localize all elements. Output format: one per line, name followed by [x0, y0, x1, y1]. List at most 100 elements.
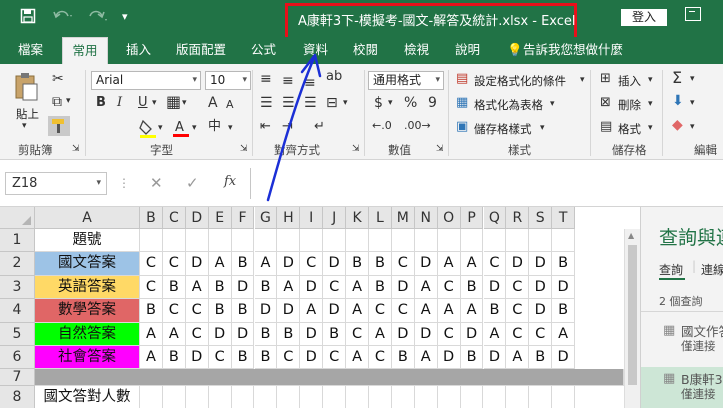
font-name-combo[interactable]: Arial ▾: [91, 71, 201, 90]
answer-cell[interactable]: [461, 386, 484, 408]
answer-cell[interactable]: A: [460, 252, 484, 276]
tell-me-icon[interactable]: 💡: [507, 37, 523, 64]
answer-cell[interactable]: A: [460, 299, 484, 323]
answer-cell[interactable]: C: [140, 252, 163, 276]
answer-cell[interactable]: [185, 229, 209, 253]
subject-label-cell[interactable]: 國文答案: [35, 252, 140, 276]
tab-help[interactable]: 說明: [455, 37, 480, 64]
column-header[interactable]: P: [460, 207, 484, 229]
bold-button[interactable]: B: [96, 96, 106, 109]
row-header[interactable]: 8: [0, 386, 35, 408]
answer-cell[interactable]: C: [162, 252, 186, 276]
alignment-launcher-icon[interactable]: ⇲: [352, 145, 360, 154]
italic-button[interactable]: I: [117, 96, 122, 109]
answer-cell[interactable]: A: [208, 252, 232, 276]
answer-cell[interactable]: [552, 386, 576, 408]
answer-cell[interactable]: C: [323, 275, 347, 300]
orientation-icon[interactable]: ab: [326, 70, 342, 83]
answer-cell[interactable]: B: [529, 346, 553, 370]
answer-cell[interactable]: A: [254, 252, 278, 276]
format-cells-button[interactable]: 格式: [618, 121, 641, 137]
answer-cell[interactable]: D: [300, 322, 324, 346]
align-right-icon[interactable]: ☰: [304, 96, 317, 110]
answer-cell[interactable]: D: [231, 322, 255, 346]
column-header[interactable]: I: [300, 207, 324, 229]
answer-cell[interactable]: [529, 229, 553, 253]
answer-cell[interactable]: [438, 386, 461, 408]
row-header[interactable]: 5: [0, 322, 35, 346]
font-launcher-icon[interactable]: ⇲: [240, 145, 248, 154]
subject-label-cell[interactable]: 題號: [35, 229, 140, 253]
answer-cell[interactable]: C: [208, 346, 232, 370]
answer-cell[interactable]: [163, 386, 186, 408]
save-icon[interactable]: [20, 8, 36, 28]
delete-cells-icon[interactable]: ⊠: [600, 96, 611, 109]
column-header[interactable]: M: [391, 207, 415, 229]
answer-cell[interactable]: B: [231, 346, 255, 370]
formula-bar-resize-icon[interactable]: ⋮: [118, 176, 131, 190]
answer-cell[interactable]: B: [369, 275, 392, 300]
fill-color-icon[interactable]: [138, 118, 158, 141]
tab-queries[interactable]: 查詢: [659, 261, 683, 278]
shrink-font-button[interactable]: A: [226, 99, 234, 110]
answer-cell[interactable]: B: [208, 275, 232, 300]
answer-cell[interactable]: C: [529, 322, 553, 346]
answer-cell[interactable]: A: [506, 346, 530, 370]
column-header[interactable]: J: [323, 207, 347, 229]
answer-cell[interactable]: D: [414, 322, 438, 346]
number-format-combo[interactable]: 通用格式 ▾: [368, 71, 444, 90]
answer-cell[interactable]: [232, 386, 255, 408]
underline-dropdown-icon[interactable]: ▾: [152, 99, 157, 108]
formula-input[interactable]: [250, 168, 723, 199]
align-center-icon[interactable]: ☰: [282, 96, 295, 110]
answer-cell[interactable]: D: [185, 252, 209, 276]
answer-cell[interactable]: [277, 386, 301, 408]
answer-cell[interactable]: D: [391, 322, 415, 346]
column-header[interactable]: T: [552, 207, 576, 229]
grow-font-button[interactable]: A: [208, 96, 218, 110]
cell-styles-icon[interactable]: ▣: [456, 120, 468, 133]
answer-cell[interactable]: D: [277, 299, 301, 323]
column-header[interactable]: Q: [483, 207, 507, 229]
format-as-table-icon[interactable]: ▦: [456, 96, 468, 109]
answer-cell[interactable]: B: [391, 346, 415, 370]
answer-cell[interactable]: [484, 386, 507, 408]
borders-icon[interactable]: ▦: [166, 94, 181, 110]
answer-cell[interactable]: B: [162, 275, 186, 300]
customize-icon[interactable]: ▾: [122, 10, 128, 23]
answer-cell[interactable]: [552, 229, 576, 253]
conditional-format-icon[interactable]: ▤: [456, 72, 468, 85]
answer-cell[interactable]: B: [552, 252, 576, 276]
query-item[interactable]: ▦ B康軒3下 僅連接: [641, 367, 723, 408]
answer-cell[interactable]: B: [483, 299, 507, 323]
column-header[interactable]: D: [185, 207, 209, 229]
answer-cell[interactable]: [415, 386, 438, 408]
answer-cell[interactable]: [483, 229, 507, 253]
answer-cell[interactable]: D: [323, 252, 347, 276]
answer-cell[interactable]: A: [300, 299, 324, 323]
answer-cell[interactable]: B: [254, 322, 278, 346]
answer-cell[interactable]: D: [414, 252, 438, 276]
name-box[interactable]: Z18 ▾: [5, 172, 107, 195]
insert-function-button[interactable]: fx: [224, 174, 236, 189]
answer-cell[interactable]: A: [346, 299, 369, 323]
answer-cell[interactable]: A: [552, 322, 576, 346]
clipboard-launcher-icon[interactable]: ⇲: [72, 145, 80, 154]
subject-label-cell[interactable]: 自然答案: [35, 322, 140, 346]
answer-cell[interactable]: C: [162, 299, 186, 323]
answer-cell[interactable]: B: [231, 252, 255, 276]
answer-cell[interactable]: A: [162, 322, 186, 346]
answer-cell[interactable]: D: [300, 275, 324, 300]
answer-cell[interactable]: C: [300, 252, 324, 276]
separator-row[interactable]: [35, 369, 624, 387]
answer-cell[interactable]: A: [346, 346, 369, 370]
cell-styles-button[interactable]: 儲存格樣式: [474, 121, 532, 137]
column-header[interactable]: R: [506, 207, 530, 229]
paste-dropdown-icon[interactable]: ▾: [22, 122, 27, 131]
row-header[interactable]: 1: [0, 229, 35, 253]
cancel-icon[interactable]: ✕: [150, 174, 163, 192]
answer-cell[interactable]: A: [437, 252, 461, 276]
answer-cell[interactable]: D: [483, 275, 507, 300]
answer-cell[interactable]: [460, 229, 484, 253]
answer-cell[interactable]: [162, 229, 186, 253]
